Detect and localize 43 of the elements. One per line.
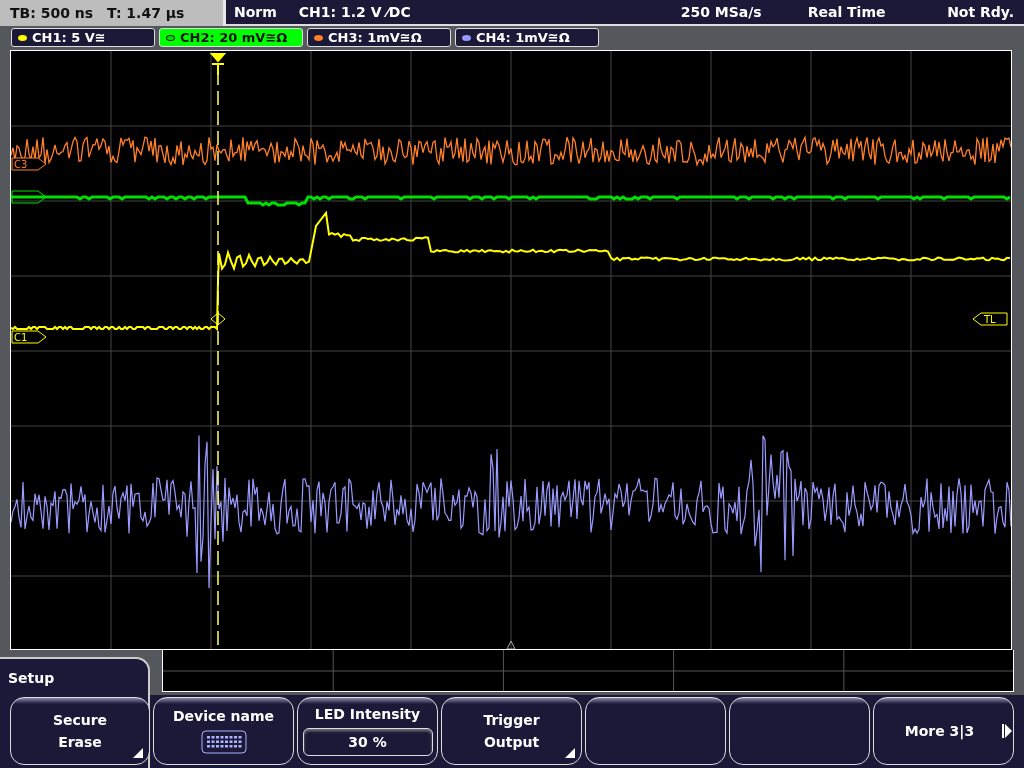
next-page-icon bbox=[1002, 724, 1013, 738]
softkey-label: Erase bbox=[58, 734, 102, 750]
value-text: 30 % bbox=[348, 734, 387, 750]
channel-tab[interactable]: CH4: 1mV≅Ω bbox=[455, 28, 599, 47]
trigger-position-icon bbox=[209, 53, 227, 76]
channel-label: CH4: 1mV≅Ω bbox=[476, 30, 570, 45]
trigger-level-marker: TL bbox=[972, 312, 1008, 326]
softkey[interactable] bbox=[729, 697, 870, 765]
acquisition-mode-text: Real Time bbox=[807, 4, 886, 20]
channel-marker: C3 bbox=[11, 157, 47, 171]
channel-marker bbox=[11, 190, 47, 204]
channel-tab[interactable]: CH2: 20 mV≅Ω bbox=[159, 28, 303, 47]
channel-label: CH3: 1mV≅Ω bbox=[328, 30, 422, 45]
value-field[interactable]: 30 % bbox=[302, 728, 433, 756]
softkey-label: Trigger bbox=[483, 712, 540, 728]
channel-label: CH1: 5 V≅ bbox=[32, 30, 106, 45]
trigger-time-text: T: 1.47 µs bbox=[107, 5, 185, 21]
softkey[interactable]: Trigger Output bbox=[441, 697, 582, 765]
trigger-mode-text: Norm bbox=[234, 4, 277, 20]
sample-rate-text: 250 MSa/s bbox=[680, 4, 762, 20]
menu-title: Setup bbox=[8, 670, 55, 686]
channel-tab[interactable]: CH3: 1mV≅Ω bbox=[307, 28, 451, 47]
softkey[interactable] bbox=[585, 697, 726, 765]
softkey[interactable]: Secure Erase bbox=[10, 697, 150, 765]
center-marker-icon bbox=[506, 640, 516, 649]
softkey-label: Secure bbox=[52, 712, 108, 728]
timebase-text: TB: 500 ns bbox=[10, 5, 94, 21]
trigger-point-icon bbox=[210, 312, 226, 326]
acquisition-state-text: Not Rdy. bbox=[947, 4, 1014, 20]
trigger-source-text: CH1: 1.2 V ⁄DC bbox=[298, 4, 411, 20]
softkey[interactable]: More 3|3 bbox=[873, 697, 1014, 765]
channel-marker: C1 bbox=[11, 330, 47, 344]
softkey-label: More 3|3 bbox=[904, 723, 975, 739]
softkey-label: Device name bbox=[172, 708, 275, 724]
keyboard-icon bbox=[200, 730, 247, 754]
channel-label: CH2: 20 mV≅Ω bbox=[180, 30, 288, 45]
submenu-icon bbox=[565, 748, 575, 758]
softkey[interactable]: LED Intensity 30 % bbox=[297, 697, 438, 765]
softkey-label: LED Intensity bbox=[314, 706, 421, 722]
softkey[interactable]: Device name bbox=[153, 697, 294, 765]
submenu-icon bbox=[133, 748, 143, 758]
softkey-label: Output bbox=[483, 734, 540, 750]
channel-tab[interactable]: CH1: 5 V≅ bbox=[11, 28, 155, 47]
